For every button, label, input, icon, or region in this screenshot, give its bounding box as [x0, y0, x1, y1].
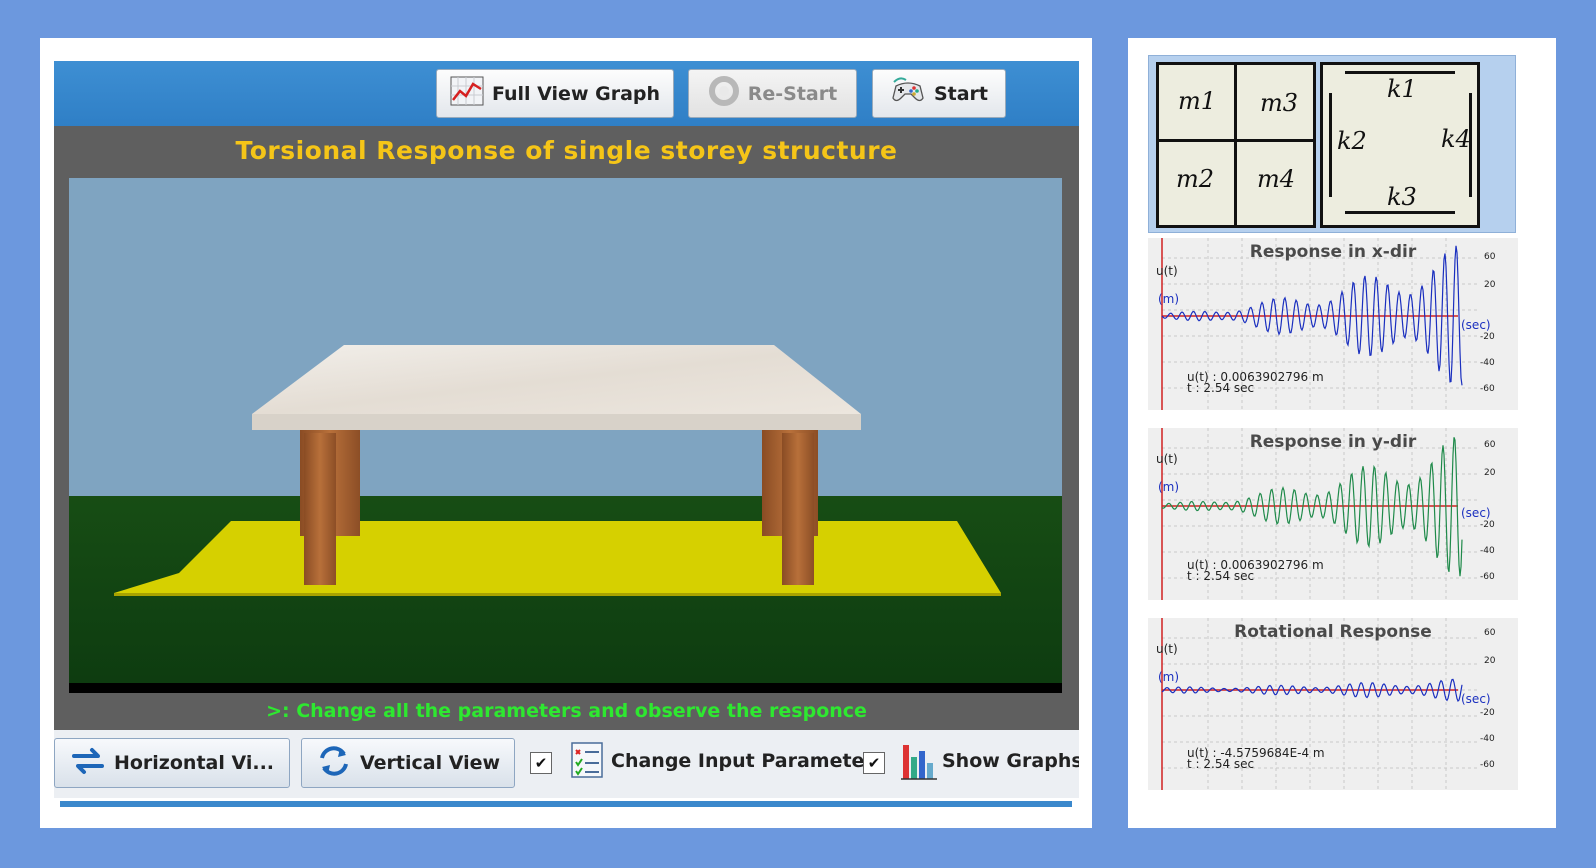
full-view-graph-button[interactable]: Full View Graph	[436, 69, 674, 118]
graph-title: Response in x-dir	[1249, 242, 1417, 262]
y-tick: -20	[1480, 332, 1495, 342]
vertical-view-label: Vertical View	[359, 752, 501, 774]
x-axis-unit: (sec)	[1461, 318, 1491, 332]
mass-label: m2	[1176, 165, 1215, 193]
stiffness-layout: k1 k2 k4 k3	[1320, 62, 1480, 228]
y-axis-label: u(t)	[1156, 642, 1178, 656]
readout-time: t : 2.54 sec	[1187, 381, 1255, 395]
line-chart-icon	[450, 76, 484, 111]
restart-icon	[708, 75, 740, 112]
graph-title: Rotational Response	[1234, 622, 1432, 642]
rotational-response-graph: Rotational Response u(t) (m) (sec) 60 20…	[1148, 618, 1518, 790]
mass-label: m4	[1257, 165, 1296, 193]
y-tick: -60	[1480, 384, 1495, 394]
vertical-view-button[interactable]: Vertical View	[301, 738, 515, 788]
stiffness-label: k2	[1337, 127, 1367, 155]
change-parameters-label: Change Input Parameters	[611, 750, 886, 772]
y-tick: -60	[1480, 572, 1495, 582]
y-axis-unit: (m)	[1158, 292, 1180, 306]
x-axis-unit: (sec)	[1461, 506, 1491, 520]
x-axis-unit: (sec)	[1461, 692, 1491, 706]
y-tick: -40	[1480, 546, 1495, 556]
top-toolbar: Full View Graph Re-Start Start	[54, 61, 1079, 126]
mass-label: m3	[1260, 89, 1299, 117]
y-tick: 20	[1484, 656, 1496, 666]
stiffness-label: k4	[1441, 125, 1471, 153]
bottom-divider	[60, 801, 1072, 807]
mass-stiffness-legend: m1 m3 m2 m4 k1 k2 k4 k3	[1148, 55, 1516, 233]
x-response-graph: Response in x-dir u(t) (m) (sec) 60 20 -…	[1148, 238, 1518, 410]
y-tick: 60	[1484, 440, 1496, 450]
readout-time: t : 2.54 sec	[1187, 569, 1255, 583]
y-axis-unit: (m)	[1158, 480, 1180, 494]
instruction-note: >: Change all the parameters and observe…	[266, 700, 867, 722]
y-tick: -60	[1480, 760, 1495, 770]
swap-arrows-icon	[70, 745, 106, 782]
stiffness-label: k3	[1387, 183, 1417, 211]
checklist-icon	[570, 741, 604, 783]
start-label: Start	[933, 82, 989, 105]
graph-title: Response in y-dir	[1249, 432, 1417, 452]
start-button[interactable]: Start	[872, 69, 1006, 118]
refresh-icon	[316, 744, 352, 783]
y-tick: 60	[1484, 252, 1496, 262]
y-axis-label: u(t)	[1156, 264, 1178, 278]
3d-scene[interactable]	[69, 178, 1062, 693]
y-response-graph: Response in y-dir u(t) (m) (sec) 60 20 -…	[1148, 428, 1518, 600]
gamepad-icon	[890, 76, 926, 111]
full-view-graph-label: Full View Graph	[491, 82, 661, 105]
horizontal-view-label: Horizontal Vi...	[113, 752, 275, 774]
restart-button[interactable]: Re-Start	[688, 69, 857, 118]
y-tick: -40	[1480, 358, 1495, 368]
y-tick: 60	[1484, 628, 1496, 638]
simulation-title: Torsional Response of single storey stru…	[235, 136, 898, 165]
restart-label: Re-Start	[747, 82, 838, 105]
bar-chart-icon	[900, 741, 938, 785]
simulation-view: Torsional Response of single storey stru…	[54, 126, 1079, 730]
horizontal-view-button[interactable]: Horizontal Vi...	[54, 738, 290, 788]
mass-layout: m1 m3 m2 m4	[1156, 62, 1316, 228]
y-tick: -40	[1480, 734, 1495, 744]
show-graphs-checkbox[interactable]: ✔	[863, 752, 885, 774]
y-tick: 20	[1484, 280, 1496, 290]
structure-model	[114, 345, 1001, 596]
y-axis-unit: (m)	[1158, 670, 1180, 684]
mass-label: m1	[1178, 87, 1217, 115]
y-tick: -20	[1480, 708, 1495, 718]
bottom-toolbar: Horizontal Vi... Vertical View ✔ Change …	[54, 730, 1079, 798]
show-graphs-label: Show Graphs	[942, 750, 1079, 772]
y-axis-label: u(t)	[1156, 452, 1178, 466]
y-tick: -20	[1480, 520, 1495, 530]
change-parameters-checkbox[interactable]: ✔	[530, 752, 552, 774]
readout-time: t : 2.54 sec	[1187, 757, 1255, 771]
y-tick: 20	[1484, 468, 1496, 478]
stiffness-label: k1	[1387, 75, 1417, 103]
scene-floor-edge	[69, 683, 1062, 693]
